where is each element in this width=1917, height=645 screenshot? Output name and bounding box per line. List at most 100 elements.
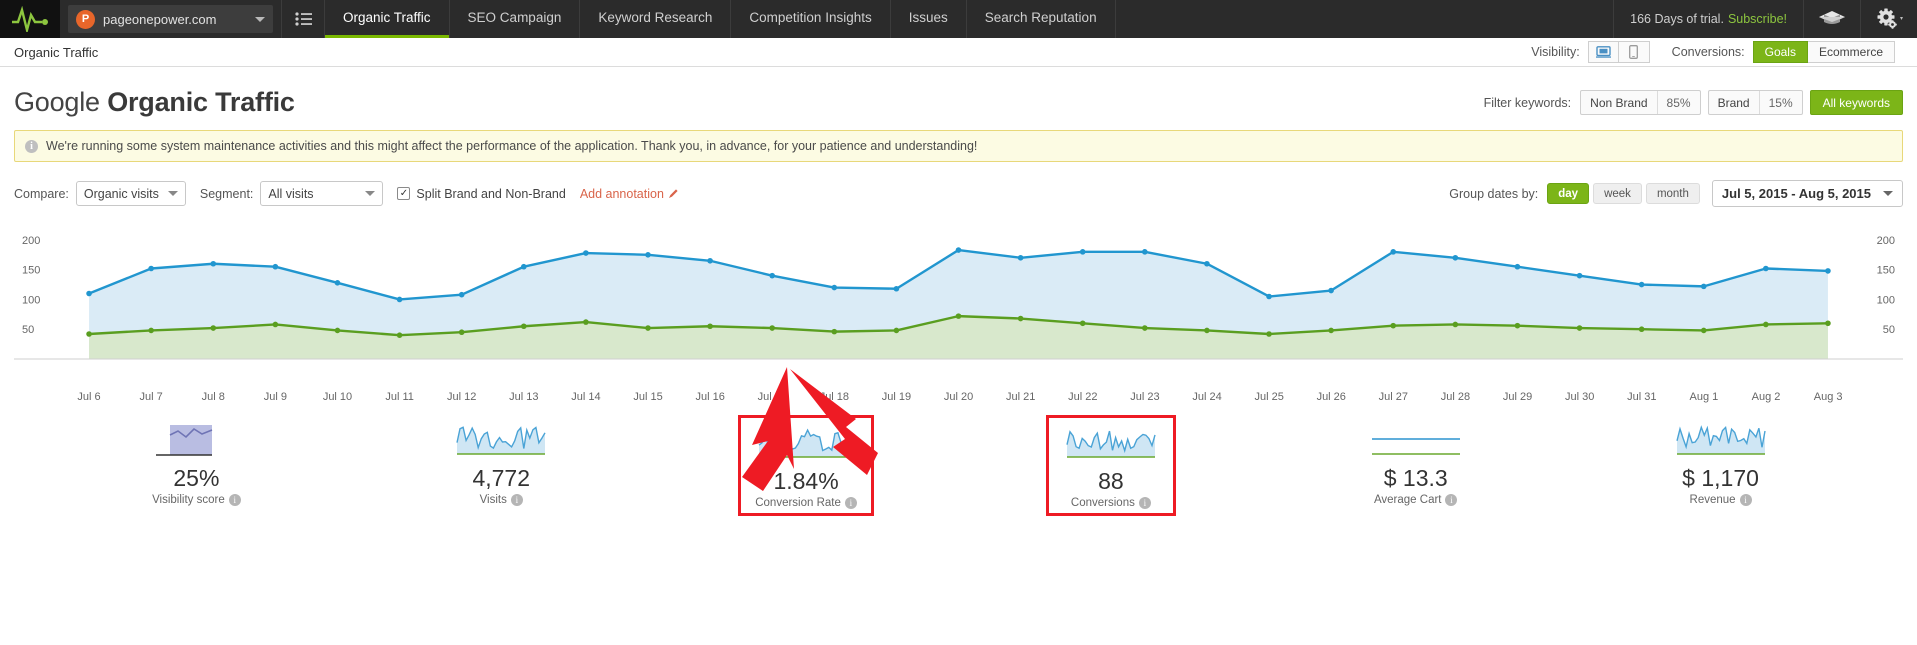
filter-non-brand-button[interactable]: Non Brand 85%	[1580, 90, 1701, 115]
segment-select[interactable]: All visits	[260, 181, 384, 206]
x-axis-tick: Aug 3	[1813, 391, 1843, 403]
conversions-label: Conversions:	[1671, 45, 1745, 59]
maintenance-alert: i We're running some system maintenance …	[14, 130, 1903, 162]
conversions-sparkline	[1066, 430, 1156, 458]
filter-label: Non Brand	[1590, 95, 1648, 110]
compare-select[interactable]: Organic visits	[75, 181, 186, 206]
x-axis-tick: Jul 14	[571, 391, 601, 403]
alert-text: We're running some system maintenance ac…	[46, 139, 978, 153]
app-logo[interactable]	[0, 0, 60, 38]
info-icon[interactable]: i	[228, 494, 241, 507]
info-icon[interactable]: i	[1138, 497, 1151, 510]
metric-card: 88 Conversions i	[1045, 415, 1176, 517]
page-title: Google Organic Traffic	[14, 87, 295, 118]
svg-text:200: 200	[22, 235, 40, 247]
tab-label: Issues	[908, 10, 948, 25]
tab-label: SEO Campaign	[467, 10, 562, 25]
list-view-button[interactable]	[282, 0, 324, 38]
site-avatar-icon: P	[76, 9, 95, 29]
chevron-down-icon	[365, 191, 376, 196]
tab-issues[interactable]: Issues	[891, 0, 966, 38]
x-axis-tick: Jul 26	[1316, 391, 1346, 403]
info-icon[interactable]: i	[844, 497, 857, 510]
group-month-button[interactable]: month	[1645, 183, 1700, 204]
metric-value: $ 13.3	[1383, 465, 1448, 491]
page-content: Google Organic Traffic Filter keywords: …	[0, 67, 1917, 517]
checkbox-icon: ✓	[397, 187, 411, 200]
chevron-down-icon	[167, 191, 178, 196]
metric-label-row: Conversions i	[1063, 497, 1159, 510]
split-brand-checkbox[interactable]: ✓ Split Brand and Non-Brand	[397, 187, 566, 201]
x-axis-tick: Jul 18	[819, 391, 850, 403]
x-axis-tick: Jul 6	[77, 391, 101, 403]
metric-label-row: Visibility score i	[148, 494, 244, 507]
trial-status: 166 Days of trial. Subscribe!	[1614, 0, 1803, 38]
traffic-chart: 50 50 100 100 150 150 200 200	[14, 225, 1903, 385]
gear-icon	[1877, 8, 1903, 29]
metric-label-row: Visits i	[453, 494, 549, 507]
visibility-mobile-button[interactable]	[1618, 41, 1650, 63]
academy-button[interactable]	[1804, 0, 1860, 38]
metric-card: 4,772 Visits i	[439, 415, 563, 510]
x-axis-tick: Jul 12	[447, 391, 477, 403]
info-icon[interactable]: i	[1445, 494, 1458, 507]
metric-value: 4,772	[472, 465, 531, 491]
metric-conversions: 88 Conversions i	[958, 415, 1263, 517]
filter-keywords-group: Non Brand 85% Brand 15% All keywords	[1580, 90, 1903, 115]
metric-card: $ 1,170 Revenue i	[1659, 415, 1783, 510]
x-axis-tick: Jul 30	[1565, 391, 1595, 403]
tab-search-reputation[interactable]: Search Reputation	[967, 0, 1115, 38]
svg-text:150: 150	[1877, 265, 1895, 277]
metric-revenue: $ 1,170 Revenue i	[1568, 415, 1873, 516]
metric-value: $ 1,170	[1682, 465, 1759, 491]
x-axis-tick: Jul 23	[1130, 391, 1160, 403]
subscribe-link[interactable]: Subscribe!	[1728, 12, 1787, 26]
x-axis-tick: Jul 11	[385, 391, 414, 403]
info-icon[interactable]: i	[510, 494, 523, 507]
mobile-icon	[1629, 45, 1639, 59]
group-week-button[interactable]: week	[1593, 183, 1642, 204]
tab-keyword-research[interactable]: Keyword Research	[580, 0, 730, 38]
tab-label: Search Reputation	[984, 10, 1097, 25]
settings-button[interactable]	[1861, 0, 1917, 38]
tab-label: Keyword Research	[598, 10, 713, 25]
filter-percent: 15%	[1758, 91, 1802, 114]
segment-value: All visits	[268, 186, 314, 201]
metric-label: Revenue	[1689, 494, 1736, 507]
x-axis-tick: Jul 31	[1627, 391, 1657, 403]
x-axis-tick: Jul 20	[943, 391, 974, 403]
metric-label: Average Cart	[1373, 494, 1442, 507]
compare-label: Compare:	[14, 186, 69, 201]
segment-label: Segment:	[199, 186, 254, 201]
visibility-desktop-button[interactable]	[1587, 41, 1619, 63]
info-icon[interactable]: i	[1739, 494, 1752, 507]
conversions-goals-button[interactable]: Goals	[1752, 41, 1808, 63]
metric-value: 25%	[173, 465, 220, 491]
metric-label-row: Conversion Rate i	[755, 497, 857, 510]
site-selector[interactable]: P pageonepower.com	[68, 5, 273, 33]
pencil-icon	[668, 189, 678, 198]
group-day-button[interactable]: day	[1547, 183, 1590, 204]
date-range-picker[interactable]: Jul 5, 2015 - Aug 5, 2015	[1711, 180, 1903, 207]
all-keywords-button[interactable]: All keywords	[1809, 90, 1903, 115]
tab-seo-campaign[interactable]: SEO Campaign	[450, 0, 580, 38]
tab-competition-insights[interactable]: Competition Insights	[731, 0, 889, 38]
metric-value: 88	[1098, 468, 1124, 494]
x-axis-tick: Jul 28	[1440, 391, 1471, 403]
compare-value: Organic visits	[83, 186, 159, 201]
page-title-prefix: Google	[14, 87, 100, 117]
metric-label: Conversions	[1070, 497, 1135, 510]
svg-text:50: 50	[22, 324, 34, 336]
average-cart-sparkline	[1371, 438, 1460, 455]
conversions-ecommerce-button[interactable]: Ecommerce	[1807, 41, 1895, 63]
filter-brand-button[interactable]: Brand 15%	[1707, 90, 1803, 115]
x-axis-tick: Jul 10	[322, 391, 353, 403]
x-axis-tick: Jul 27	[1378, 391, 1409, 403]
tab-organic-traffic[interactable]: Organic Traffic	[325, 0, 449, 38]
metric-label: Conversion Rate	[755, 497, 841, 510]
metric-visits: 4,772 Visits i	[349, 415, 654, 516]
pulse-logo-icon	[12, 6, 48, 32]
x-axis-tick: Aug 2	[1751, 391, 1781, 403]
date-range-value: Jul 5, 2015 - Aug 5, 2015	[1721, 186, 1871, 201]
add-annotation-link[interactable]: Add annotation	[580, 187, 679, 201]
